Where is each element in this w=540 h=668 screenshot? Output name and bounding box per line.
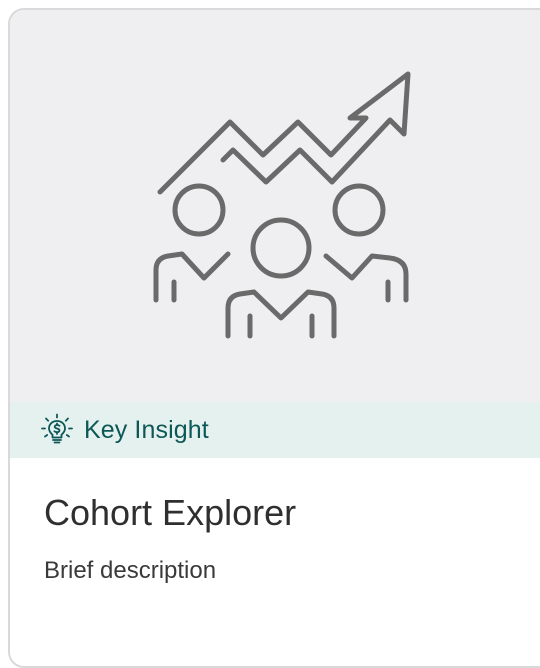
growing-team-icon — [153, 71, 411, 339]
card-title[interactable]: Cohort Explorer — [44, 492, 296, 534]
card-illustration — [10, 10, 540, 402]
key-insight-tag: Key Insight — [10, 402, 540, 458]
card-description: Brief description — [44, 557, 217, 584]
cohort-explorer-card[interactable]: Key Insight Cohort Explorer Brief descri… — [8, 8, 540, 668]
tag-label: Key Insight — [84, 415, 209, 444]
lightbulb-icon — [40, 413, 74, 447]
